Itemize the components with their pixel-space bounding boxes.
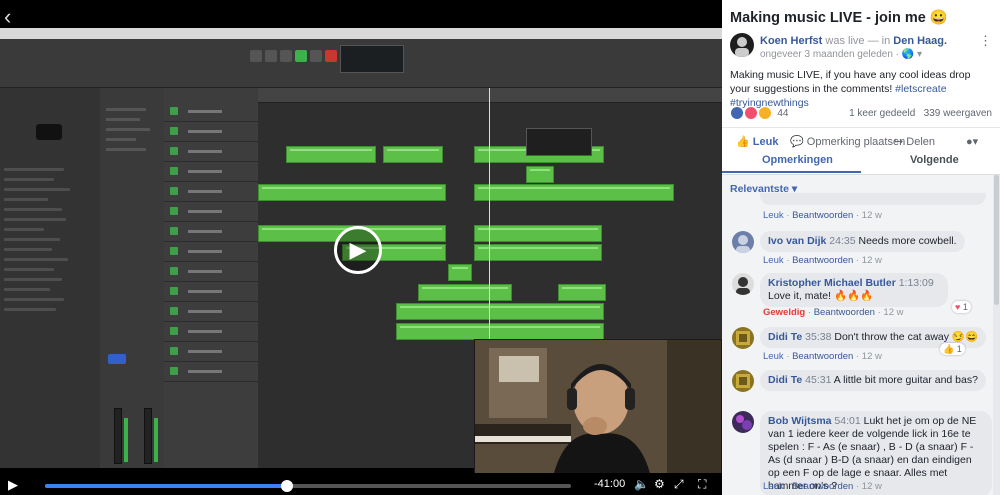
tab-following[interactable]: Volgende — [910, 154, 959, 166]
post-description: Making music LIVE, if you have any cool … — [730, 69, 971, 109]
comment-author[interactable]: Ivo van Dijk — [768, 235, 826, 247]
comment-meta: Leuk · Beantwoorden · 12 w — [763, 210, 882, 221]
reactions-summary[interactable]: 44 1 keer gedeeld 339 weergaven — [730, 106, 992, 122]
comment-reply-link[interactable]: Beantwoorden — [792, 481, 853, 492]
avatar[interactable] — [732, 231, 754, 253]
daw-inspector — [0, 88, 101, 468]
comment-like-link[interactable]: Leuk — [763, 351, 784, 362]
location-link[interactable]: Den Haag. — [893, 35, 947, 47]
post-title: Making music LIVE - join me 😀 — [730, 10, 948, 26]
comment-bubble: Didi Te 45:31 A little bit more guitar a… — [760, 370, 986, 391]
comment-timestamp[interactable]: 35:38 — [805, 331, 831, 343]
avatar-small-icon: ● — [966, 136, 973, 148]
more-options-icon[interactable]: ⋮ — [979, 33, 992, 49]
comment-like-link[interactable]: Geweldig — [763, 307, 805, 318]
comments-list[interactable]: Relevantste ▾ Leuk · Beantwoorden · 12 w… — [722, 175, 1000, 495]
scrollbar[interactable] — [993, 175, 1000, 495]
comment-reply-link[interactable]: Beantwoorden — [792, 255, 853, 266]
play-icon[interactable]: ▶ — [8, 477, 18, 493]
author-name[interactable]: Koen Herfst — [760, 35, 822, 47]
volume-icon[interactable]: 🔈 — [634, 477, 649, 491]
comment-icon: 💬 — [790, 136, 804, 148]
daw-lcd-display — [340, 45, 404, 73]
daw-transport — [250, 49, 340, 67]
expand-icon[interactable]: ⛶ — [698, 477, 706, 492]
like-reaction-icon: 👍 — [943, 344, 955, 354]
avatar[interactable] — [732, 273, 754, 295]
wow-reaction-icon — [757, 106, 772, 120]
avatar[interactable] — [732, 411, 754, 433]
comment-author[interactable]: Didi Te — [768, 374, 802, 386]
like-button[interactable]: 👍 Leuk — [736, 135, 778, 148]
like-reaction-icon — [730, 106, 744, 120]
comment-like-link[interactable]: Leuk — [763, 255, 784, 266]
avatar[interactable] — [732, 370, 754, 392]
fullscreen-icon[interactable]: ⤢ — [674, 477, 684, 492]
thumbs-up-icon: 👍 — [736, 136, 750, 148]
back-arrow-icon[interactable]: ‹ — [4, 6, 11, 28]
reaction-badge[interactable]: ♥ 1 — [952, 301, 971, 313]
daw-control-bar — [0, 39, 722, 88]
tab-comments[interactable]: Opmerkingen — [762, 154, 833, 166]
comment-author[interactable]: Bob Wijtsma — [768, 415, 832, 427]
active-tab-indicator — [722, 171, 861, 173]
post-sidebar: Making music LIVE - join me 😀 Koen Herfs… — [722, 0, 1000, 495]
comment-like-link[interactable]: Leuk — [763, 481, 784, 492]
love-reaction-icon: ♥ — [955, 302, 961, 312]
reaction-badge[interactable]: 👍 1 — [940, 343, 965, 355]
love-reaction-icon — [743, 106, 758, 120]
comment-timestamp[interactable]: 1:13:09 — [899, 277, 934, 289]
daw-channel-strip — [100, 88, 165, 468]
comment-timestamp[interactable]: 45:31 — [805, 374, 831, 386]
mac-menubar — [0, 28, 722, 39]
comment-meta: Leuk · Beantwoorden · 12 w — [763, 351, 882, 362]
view-count: 339 weergaven — [923, 108, 992, 119]
comment-author[interactable]: Didi Te — [768, 331, 802, 343]
comment-bubble: Kristopher Michael Butler 1:13:09 Love i… — [760, 273, 948, 307]
comment-button[interactable]: 💬 Opmerking plaatsen — [790, 135, 905, 148]
comment-reply-link[interactable]: Beantwoorden — [792, 210, 853, 221]
audience-selector[interactable]: ●▾ — [966, 135, 978, 148]
comment-like-link[interactable]: Leuk — [763, 210, 784, 221]
daw-track-list — [164, 88, 258, 468]
comment-meta: Leuk · Beantwoorden · 12 w — [763, 481, 882, 492]
webcam-overlay — [474, 339, 722, 478]
author-line: Koen Herfst was live — in Den Haag. — [760, 35, 948, 47]
share-icon: ↪ — [894, 136, 904, 148]
post-time[interactable]: ongeveer 3 maanden geleden · 🌎 ▾ — [760, 49, 922, 60]
comment-reply-link[interactable]: Beantwoorden — [792, 351, 853, 362]
comment-meta: Geweldig · Beantwoorden · 12 w — [763, 307, 904, 318]
video-play-button[interactable]: ▶ — [334, 226, 382, 274]
comment-bubble — [760, 193, 986, 205]
avatar[interactable] — [730, 33, 754, 57]
comment-reply-link[interactable]: Beantwoorden — [814, 307, 875, 318]
comment-timestamp[interactable]: 54:01 — [834, 415, 860, 427]
video-controls: ▶ -41:00 🔈 ⚙ ⤢ ⛶ — [0, 473, 722, 495]
avatar[interactable] — [732, 327, 754, 349]
comment-meta: Leuk · Beantwoorden · 12 w — [763, 255, 882, 266]
comment-bubble: Ivo van Dijk 24:35 Needs more cowbell. — [760, 231, 965, 252]
comment-timestamp[interactable]: 24:35 — [829, 235, 855, 247]
settings-icon[interactable]: ⚙ — [654, 477, 665, 491]
share-count[interactable]: 1 keer gedeeld — [849, 108, 915, 119]
comment-author[interactable]: Kristopher Michael Butler — [768, 277, 896, 289]
reaction-count: 44 — [777, 107, 789, 119]
time-remaining: -41:00 — [594, 478, 626, 490]
comment-tabs: Opmerkingen Volgende — [722, 150, 1000, 175]
progress-bar[interactable] — [45, 480, 571, 492]
video-player[interactable]: ‹ ▶ ▶ -41:00 🔈 ⚙ ⤢ ⛶ — [0, 0, 722, 495]
share-button[interactable]: ↪ Delen — [894, 135, 935, 148]
